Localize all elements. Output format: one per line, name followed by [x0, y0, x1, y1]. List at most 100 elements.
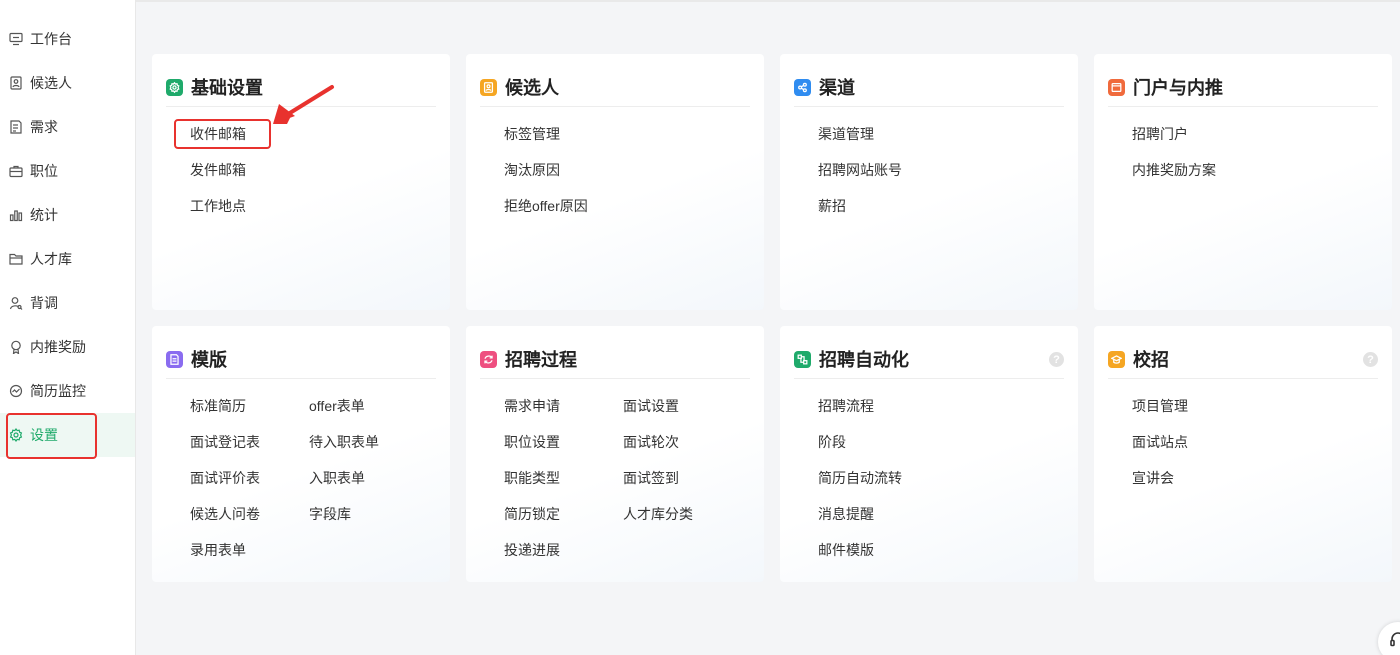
link-application-progress[interactable]: 投递进展 [504, 540, 616, 561]
sidebar-item-statistics[interactable]: 统计 [0, 193, 135, 237]
bar-chart-icon [8, 207, 24, 223]
link-project-management[interactable]: 项目管理 [1132, 396, 1332, 417]
person-search-icon [8, 295, 24, 311]
link-info-sessions[interactable]: 宣讲会 [1132, 468, 1332, 489]
card-header: 招聘过程 [480, 340, 750, 379]
headset-icon [1389, 631, 1400, 654]
link-offer-form[interactable]: offer表单 [309, 396, 421, 417]
help-icon[interactable]: ? [1049, 352, 1064, 367]
link-message-reminders[interactable]: 消息提醒 [818, 504, 1018, 525]
link-inbox-email[interactable]: 收件邮箱 [190, 124, 390, 145]
sidebar-item-label: 人才库 [30, 251, 72, 267]
link-tag-management[interactable]: 标签管理 [504, 124, 704, 145]
sidebar-item-label: 内推奖励 [30, 339, 86, 355]
card-title: 模版 [191, 350, 227, 370]
link-candidate-questionnaire[interactable]: 候选人问卷 [190, 504, 302, 525]
card-basic-settings: 基础设置 收件邮箱 发件邮箱 工作地点 [152, 54, 450, 310]
card-header: 门户与内推 [1108, 68, 1378, 107]
card-title: 校招 [1133, 350, 1169, 370]
sidebar-item-referral-reward[interactable]: 内推奖励 [0, 325, 135, 369]
card-candidate: 候选人 标签管理 淘汰原因 拒绝offer原因 [466, 54, 764, 310]
link-rejection-reasons[interactable]: 淘汰原因 [504, 160, 704, 181]
card-header: 校招 ? [1108, 340, 1378, 379]
folder-icon [8, 251, 24, 267]
help-icon[interactable]: ? [1363, 352, 1378, 367]
sidebar-item-talent-pool[interactable]: 人才库 [0, 237, 135, 281]
refresh-icon [480, 350, 497, 368]
briefcase-icon [8, 163, 24, 179]
award-icon [8, 339, 24, 355]
top-border [136, 0, 1400, 2]
sidebar-item-label: 设置 [30, 427, 58, 443]
browser-icon [1108, 78, 1125, 96]
card-channel: 渠道 渠道管理 招聘网站账号 薪招 [780, 54, 1078, 310]
sidebar-item-positions[interactable]: 职位 [0, 149, 135, 193]
link-requirement-application[interactable]: 需求申请 [504, 396, 616, 417]
sidebar-item-label: 统计 [30, 207, 58, 223]
link-outbox-email[interactable]: 发件邮箱 [190, 160, 390, 181]
link-interview-registration-form[interactable]: 面试登记表 [190, 432, 302, 453]
card-title: 渠道 [819, 78, 855, 98]
link-xinzhao[interactable]: 薪招 [818, 196, 1018, 217]
card-title: 门户与内推 [1133, 78, 1223, 98]
sidebar-item-label: 候选人 [30, 75, 72, 91]
card-header: 模版 [166, 340, 436, 379]
gear-icon [8, 427, 24, 443]
link-work-location[interactable]: 工作地点 [190, 196, 390, 217]
link-stages[interactable]: 阶段 [818, 432, 1018, 453]
link-pending-onboard-form[interactable]: 待入职表单 [309, 432, 421, 453]
link-channel-management[interactable]: 渠道管理 [818, 124, 1018, 145]
sidebar-item-label: 背调 [30, 295, 58, 311]
card-recruit-automation: 招聘自动化 ? 招聘流程 阶段 简历自动流转 消息提醒 邮件模版 [780, 326, 1078, 582]
link-interview-checkin[interactable]: 面试签到 [623, 468, 735, 489]
id-card-icon [8, 75, 24, 91]
sidebar-item-resume-monitor[interactable]: 简历监控 [0, 369, 135, 413]
link-job-site-accounts[interactable]: 招聘网站账号 [818, 160, 1018, 181]
card-title: 候选人 [505, 78, 559, 98]
sidebar-item-label: 职位 [30, 163, 58, 179]
sidebar-item-label: 工作台 [30, 31, 72, 47]
sidebar-item-candidates[interactable]: 候选人 [0, 61, 135, 105]
card-header: 基础设置 [166, 68, 436, 107]
link-standard-resume[interactable]: 标准简历 [190, 396, 302, 417]
share-icon [794, 78, 811, 96]
card-title: 基础设置 [191, 78, 263, 98]
card-title: 招聘过程 [505, 350, 577, 370]
flow-icon [794, 350, 811, 368]
link-position-settings[interactable]: 职位设置 [504, 432, 616, 453]
sidebar-item-workbench[interactable]: 工作台 [0, 17, 135, 61]
monitor-icon [8, 31, 24, 47]
link-hire-form[interactable]: 录用表单 [190, 540, 302, 561]
sidebar-item-settings[interactable]: 设置 [0, 413, 135, 457]
link-offer-decline-reasons[interactable]: 拒绝offer原因 [504, 196, 704, 217]
card-recruit-process: 招聘过程 需求申请 面试设置 职位设置 面试轮次 职能类型 面试签到 简历锁定 … [466, 326, 764, 582]
sidebar-item-label: 简历监控 [30, 383, 86, 399]
link-referral-reward-plan[interactable]: 内推奖励方案 [1132, 160, 1332, 181]
document-icon [8, 119, 24, 135]
card-template: 模版 标准简历 offer表单 面试登记表 待入职表单 面试评价表 入职表单 候… [152, 326, 450, 582]
link-email-templates[interactable]: 邮件模版 [818, 540, 1018, 561]
link-onboard-form[interactable]: 入职表单 [309, 468, 421, 489]
sidebar-item-background-check[interactable]: 背调 [0, 281, 135, 325]
gear-icon [166, 78, 183, 96]
customer-support-button[interactable] [1378, 622, 1400, 655]
monitor-chart-icon [8, 383, 24, 399]
card-header: 招聘自动化 ? [794, 340, 1064, 379]
card-header: 候选人 [480, 68, 750, 107]
link-field-library[interactable]: 字段库 [309, 504, 421, 525]
link-resume-lock[interactable]: 简历锁定 [504, 504, 616, 525]
link-interview-sites[interactable]: 面试站点 [1132, 432, 1332, 453]
sidebar: 工作台 候选人 需求 职位 统计 人才库 背调 内推奖励 简历监控 设置 [0, 0, 136, 655]
link-recruit-workflow[interactable]: 招聘流程 [818, 396, 1018, 417]
card-title: 招聘自动化 [819, 350, 909, 370]
link-resume-auto-transfer[interactable]: 简历自动流转 [818, 468, 1018, 489]
link-function-types[interactable]: 职能类型 [504, 468, 616, 489]
document-icon [166, 350, 183, 368]
link-interview-rounds[interactable]: 面试轮次 [623, 432, 735, 453]
link-recruit-portal[interactable]: 招聘门户 [1132, 124, 1332, 145]
link-interview-settings[interactable]: 面试设置 [623, 396, 735, 417]
sidebar-item-requirements[interactable]: 需求 [0, 105, 135, 149]
link-interview-evaluation-form[interactable]: 面试评价表 [190, 468, 302, 489]
card-portal-referral: 门户与内推 招聘门户 内推奖励方案 [1094, 54, 1392, 310]
link-talent-pool-categories[interactable]: 人才库分类 [623, 504, 735, 525]
